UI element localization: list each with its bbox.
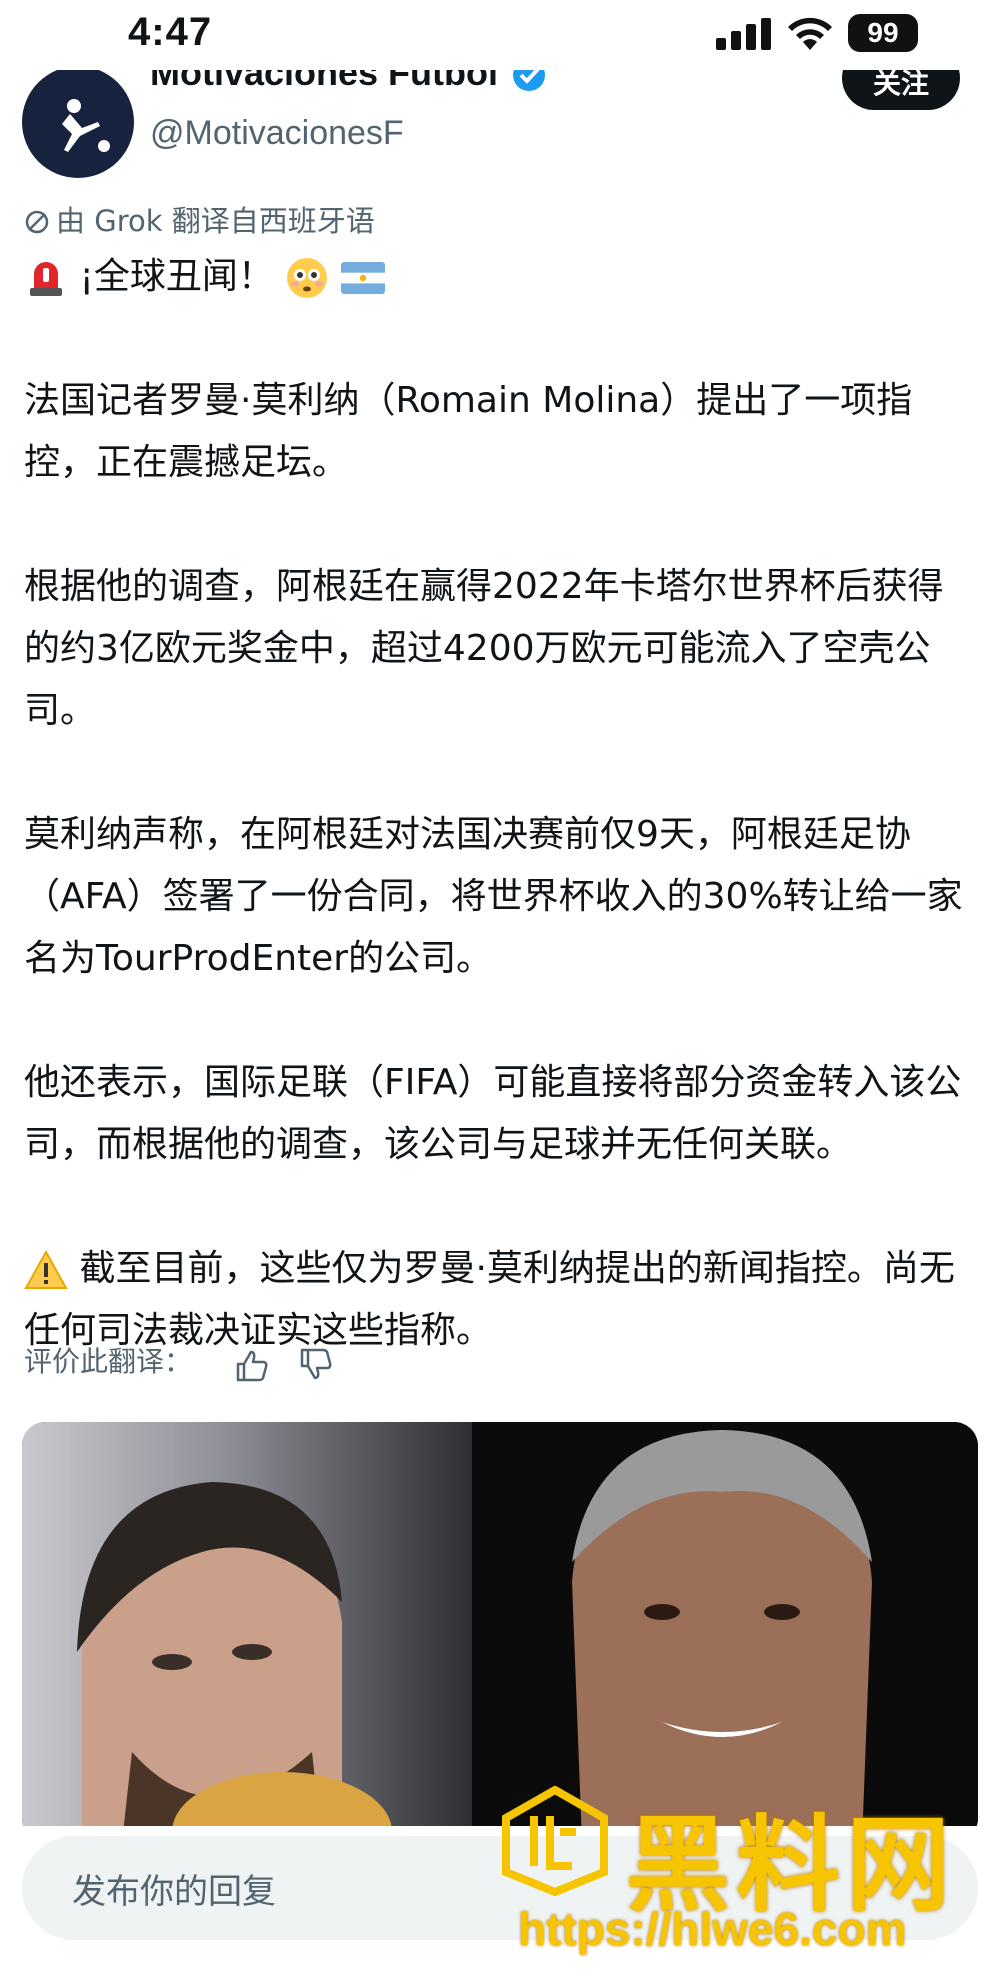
photo-left bbox=[22, 1422, 472, 1842]
verified-badge-icon bbox=[513, 70, 545, 91]
translation-note[interactable]: 由 Grok 翻译自西班牙语 bbox=[24, 198, 375, 240]
post-paragraph: 莫利纳声称，在阿根廷对法国决赛前仅9天，阿根廷足协（AFA）签署了一份合同，将世… bbox=[24, 814, 963, 979]
watermark-url: https://hlwe6.com bbox=[518, 1903, 907, 1955]
post-body: ¡全球丑闻！ 法国记者罗曼·莫利纳（Romain Molina）提出了一项指控，… bbox=[24, 246, 974, 1362]
man-with-trophy-photo bbox=[77, 1482, 392, 1842]
rate-translation-label: 评价此翻译： bbox=[24, 1345, 193, 1378]
status-bar: 4:47 99 bbox=[0, 0, 1000, 70]
thumb-up-icon[interactable] bbox=[232, 1346, 270, 1384]
photo-right bbox=[472, 1422, 978, 1842]
footballer-silhouette-icon bbox=[62, 99, 110, 152]
siren-emoji-icon bbox=[30, 262, 62, 296]
watermark: 黑料网 https://hlwe6.com bbox=[500, 1780, 990, 1970]
watermark-logo-icon bbox=[502, 1786, 608, 1896]
display-name[interactable]: Motivaciones Futbol bbox=[150, 70, 498, 94]
status-time: 4:47 bbox=[128, 10, 213, 54]
post-paragraph: 根据他的调查，阿根廷在赢得2022年卡塔尔世界杯后获得的约3亿欧元奖金中，超过4… bbox=[24, 566, 944, 731]
post-media-image[interactable] bbox=[22, 1422, 978, 1842]
post-paragraph: 他还表示，国际足联（FIFA）可能直接将部分资金转入该公司，而根据他的调查，该公… bbox=[24, 1062, 962, 1165]
reply-placeholder: 发布你的回复 bbox=[72, 1872, 276, 1912]
battery-indicator: 99 bbox=[848, 14, 918, 52]
user-handle[interactable]: @MotivacionesF bbox=[150, 114, 404, 153]
wifi-icon bbox=[788, 17, 832, 50]
disclaimer-text: 截至目前，这些仅为罗曼·莫利纳提出的新闻指控。尚无任何司法裁决证实这些指称。 bbox=[24, 1248, 955, 1351]
post-header: Motivaciones Futbol @MotivacionesF 关注 bbox=[0, 70, 1000, 180]
argentina-flag-icon bbox=[340, 262, 385, 294]
signal-icon bbox=[716, 18, 771, 50]
post-paragraph: 法国记者罗曼·莫利纳（Romain Molina）提出了一项指控，正在震撼足坛。 bbox=[24, 380, 913, 483]
flushed-face-emoji-icon bbox=[287, 258, 328, 298]
older-man-portrait-photo bbox=[572, 1430, 872, 1842]
translation-note-text: 由 Grok 翻译自西班牙语 bbox=[56, 204, 375, 238]
translate-slash-icon bbox=[25, 210, 49, 234]
headline-text: ¡全球丑闻！ bbox=[79, 256, 274, 297]
avatar[interactable] bbox=[22, 70, 134, 178]
thumb-down-icon[interactable] bbox=[296, 1346, 334, 1384]
warning-emoji-icon bbox=[24, 1250, 68, 1289]
post-headline: ¡全球丑闻！ bbox=[24, 246, 974, 308]
follow-button[interactable]: 关注 bbox=[842, 70, 960, 110]
